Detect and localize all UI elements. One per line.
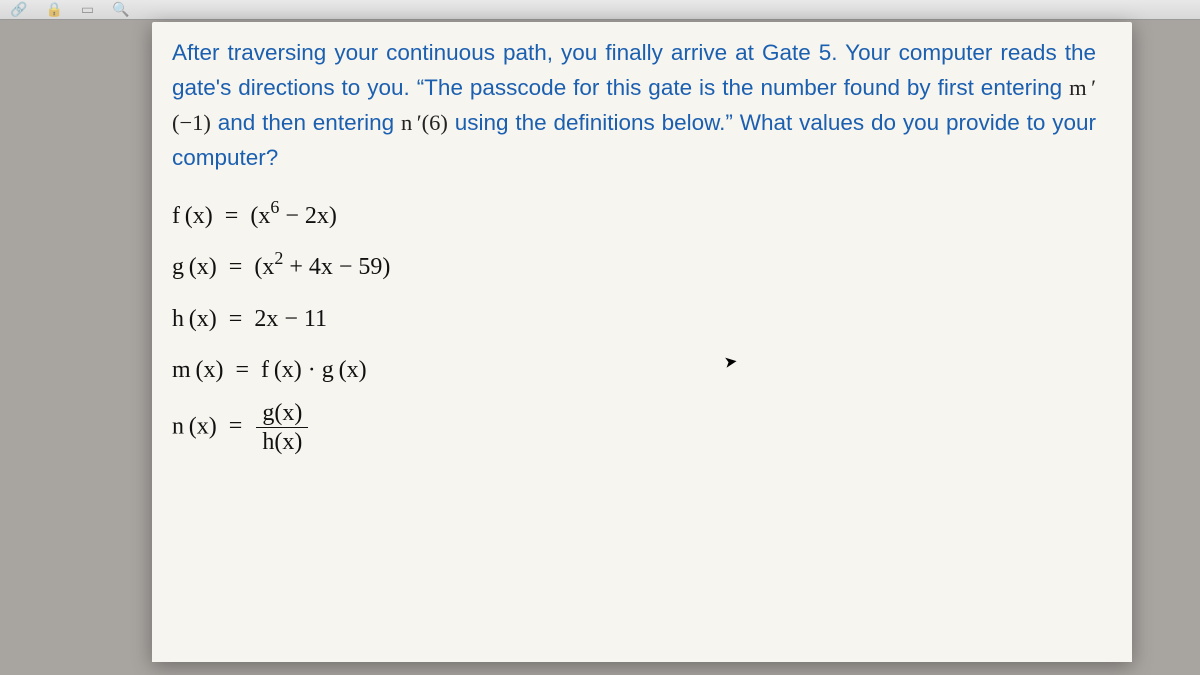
lock-icon[interactable]: 🔒	[45, 1, 62, 18]
n-lhs: n (x)	[172, 413, 217, 439]
m-lhs: m (x)	[172, 357, 223, 383]
f-lhs: f (x)	[172, 203, 213, 229]
problem-text: After traversing your continuous path, y…	[172, 36, 1096, 176]
formula-block: f (x) = (x6 − 2x) g (x) = (x2 + 4x − 59)…	[172, 194, 1096, 456]
equals-sign: =	[223, 254, 249, 280]
g-rhs-b: + 4x − 59)	[283, 254, 390, 280]
h-rhs: 2x − 11	[254, 306, 327, 332]
equals-sign: =	[219, 203, 245, 229]
search-icon[interactable]: 🔍	[112, 1, 129, 18]
problem-part-1a: After traversing your continuous path, y…	[172, 40, 1096, 100]
equals-sign: =	[223, 306, 249, 332]
formula-f: f (x) = (x6 − 2x)	[172, 194, 1096, 240]
g-lhs: g (x)	[172, 254, 217, 280]
document-page: After traversing your continuous path, y…	[152, 22, 1132, 662]
n-fraction: g(x) h(x)	[254, 400, 310, 456]
tabs-icon[interactable]: ▭	[81, 1, 94, 18]
cursor-icon: ➤	[723, 351, 739, 373]
n-denominator: h(x)	[256, 428, 308, 455]
formula-n: n (x) = g(x) h(x)	[172, 400, 1096, 456]
formula-m: m (x) = f (x) · g (x)	[172, 348, 1096, 394]
m-rhs: f (x) · g (x)	[261, 357, 367, 383]
equals-sign: =	[223, 413, 249, 439]
formula-h: h (x) = 2x − 11	[172, 297, 1096, 343]
g-exponent: 2	[274, 248, 283, 268]
n-numerator: g(x)	[256, 400, 308, 428]
link-icon[interactable]: 🔗	[10, 1, 27, 18]
h-lhs: h (x)	[172, 306, 217, 332]
problem-part-1b: and then entering	[218, 110, 401, 135]
browser-toolbar: 🔗 🔒 ▭ 🔍	[0, 0, 1200, 20]
f-rhs-b: − 2x)	[279, 203, 337, 229]
g-rhs-a: (x	[254, 254, 274, 280]
f-exponent: 6	[270, 197, 279, 217]
n-prime-expr: n ′(6)	[401, 110, 448, 135]
equals-sign: =	[229, 357, 255, 383]
formula-g: g (x) = (x2 + 4x − 59)	[172, 245, 1096, 291]
f-rhs-a: (x	[250, 203, 270, 229]
